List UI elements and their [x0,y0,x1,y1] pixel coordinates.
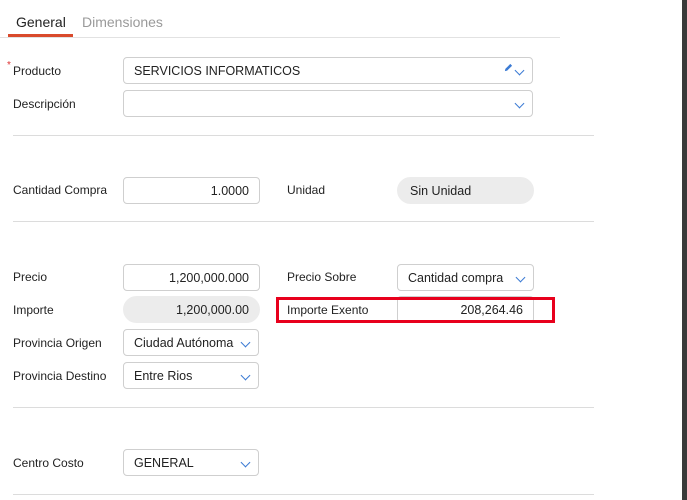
descripcion-select[interactable] [123,90,533,117]
provincia-destino-select[interactable]: Entre Rios [123,362,259,389]
active-tab-indicator [8,34,73,37]
cantidad-compra-label: Cantidad Compra [13,183,108,197]
tab-bar: General Dimensiones [0,0,560,38]
importe-value: 1,200,000.00 [176,302,249,317]
section-divider [13,135,594,136]
provincia-origen-select[interactable]: Ciudad Autónoma [123,329,259,356]
centro-costo-value: GENERAL [134,455,194,470]
producto-value: SERVICIOS INFORMATICOS [134,63,301,78]
precio-sobre-select[interactable]: Cantidad compra [397,264,534,291]
unidad-value: Sin Unidad [410,183,472,198]
centro-costo-select[interactable]: GENERAL [123,449,259,476]
precio-value: 1,200,000.000 [169,270,249,285]
section-divider [13,494,594,495]
window-edge [682,0,687,500]
precio-sobre-value: Cantidad compra [408,270,504,285]
provincia-origen-value: Ciudad Autónoma [134,335,234,350]
precio-input[interactable]: 1,200,000.000 [123,264,260,291]
provincia-destino-value: Entre Rios [134,368,193,383]
tab-general[interactable]: General [16,14,66,30]
cantidad-compra-value: 1.0000 [210,183,249,198]
pencil-icon[interactable] [504,63,513,72]
precio-sobre-label: Precio Sobre [287,270,357,284]
provincia-origen-label: Provincia Origen [13,336,102,350]
precio-label: Precio [13,270,48,284]
cantidad-compra-input[interactable]: 1.0000 [123,177,260,204]
tab-dimensiones[interactable]: Dimensiones [82,14,163,30]
unidad-field: Sin Unidad [397,177,534,204]
highlight-box [276,297,555,323]
section-divider [13,407,594,408]
centro-costo-label: Centro Costo [13,456,84,470]
section-divider [13,221,594,222]
provincia-destino-label: Provincia Destino [13,369,107,383]
descripcion-label: Descripción [13,97,76,111]
producto-label: Producto [13,64,62,78]
chevron-down-icon[interactable] [514,98,525,109]
producto-select[interactable]: SERVICIOS INFORMATICOS [123,57,533,84]
importe-label: Importe [13,303,54,317]
unidad-label: Unidad [287,183,326,197]
importe-field: 1,200,000.00 [123,296,260,323]
required-asterisk: * [7,60,11,71]
